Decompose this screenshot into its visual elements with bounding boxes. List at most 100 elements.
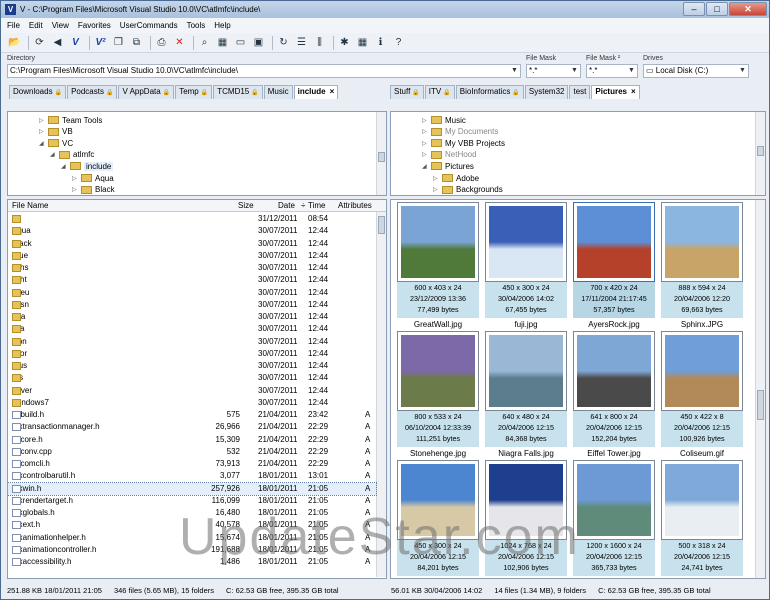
tree-item[interactable]: ▷ Aqua — [72, 172, 114, 184]
menu-file[interactable]: File — [7, 21, 20, 30]
thumbnail-item[interactable]: 1200 x 1600 x 24 20/04/2006 12:15 365,733 … — [573, 460, 655, 578]
tree-item[interactable]: ◢ VC — [39, 137, 73, 149]
tree-item[interactable]: ▷ NetHood — [422, 149, 477, 161]
tab-pictures[interactable]: Pictures × — [591, 85, 640, 99]
tab-tcmd15[interactable]: TCMD15 🔒 — [213, 85, 263, 99]
tree-item[interactable]: ◢ Pictures — [422, 160, 474, 172]
col-size[interactable]: Size — [238, 201, 254, 210]
tree-item[interactable]: ▷ VB — [39, 126, 73, 138]
menu-help[interactable]: Help — [214, 21, 230, 30]
thumbnail-image[interactable] — [485, 202, 567, 282]
menu-view[interactable]: View — [52, 21, 69, 30]
close-tab-icon[interactable]: × — [330, 87, 335, 96]
table-row[interactable]: res 30/07/2011 12:44 — [8, 372, 376, 384]
tab-test[interactable]: test — [569, 85, 591, 99]
tab-include[interactable]: include × — [293, 85, 339, 99]
tools-icon[interactable]: ✱ — [337, 35, 352, 50]
tree-scrollbar[interactable] — [755, 112, 765, 195]
menu-usercommands[interactable]: UserCommands — [120, 21, 178, 30]
table-row[interactable]: Windows7 30/07/2011 12:44 — [8, 397, 376, 409]
table-row[interactable]: Aqua 30/07/2011 12:44 — [8, 225, 376, 237]
tree-item[interactable]: ▷ Music — [422, 114, 466, 126]
col-filename[interactable]: File Name — [12, 201, 48, 210]
tree-item[interactable]: ◢ atlmfc — [50, 149, 94, 161]
thumbnail-image[interactable] — [397, 202, 479, 282]
copy-icon[interactable]: ❐ — [111, 35, 126, 50]
col-time[interactable]: Time — [308, 201, 325, 210]
tab-system32[interactable]: System32 — [524, 85, 569, 99]
expand-icon[interactable]: ▷ — [39, 128, 45, 135]
table-row[interactable]: l.esn 30/07/2011 12:44 — [8, 299, 376, 311]
move-icon[interactable]: ⧉ — [129, 35, 144, 50]
thumbnail-item[interactable]: 888 x 594 x 24 20/04/2006 12:20 69,663 byt… — [661, 202, 743, 330]
tab-downloads[interactable]: Downloads 🔒 — [9, 85, 67, 99]
table-row[interactable]: l.chs 30/07/2011 12:44 — [8, 262, 376, 274]
print-icon[interactable]: ⎙ — [154, 35, 169, 50]
table-row[interactable]: afxtransactionmanager.h 26,966 21/04/2011 2… — [8, 421, 376, 433]
close-tab-icon[interactable]: × — [631, 87, 636, 96]
thumbnail-item[interactable]: 700 x 420 x 24 17/11/2004 21:17:45 57,357 … — [573, 202, 655, 330]
right-folder-tree[interactable]: ▷ Music ▷ My Documents ▷ My VBB Projects ▷ NetH… — [390, 111, 766, 196]
maximize-button[interactable]: □ — [706, 2, 728, 16]
thumbnail-item[interactable]: 450 x 422 x 8 20/04/2006 12:15 100,926 byt… — [661, 331, 743, 459]
expand-icon[interactable]: ▷ — [72, 175, 78, 182]
thumbnail-image[interactable] — [573, 460, 655, 540]
table-row[interactable]: atlcore.h 15,309 21/04/2011 22:29 A — [8, 434, 376, 446]
thumbnail-image[interactable] — [661, 202, 743, 282]
expand-icon[interactable]: ▷ — [39, 117, 45, 124]
expand-icon[interactable]: ◢ — [39, 140, 45, 147]
delete-icon[interactable]: ✕ — [172, 35, 187, 50]
tab-bioinformatics[interactable]: BioInformatics 🔒 — [455, 85, 524, 99]
tab-itv[interactable]: ITV 🔒 — [424, 85, 455, 99]
table-row[interactable]: atlbuild.h 575 21/04/2011 23:42 A — [8, 409, 376, 421]
table-row[interactable]: l.kor 30/07/2011 12:44 — [8, 348, 376, 360]
menu-tools[interactable]: Tools — [187, 21, 206, 30]
expand-icon[interactable]: ▷ — [422, 151, 428, 158]
columns-view-icon[interactable]: ⫼ — [312, 35, 327, 50]
table-row[interactable]: Black 30/07/2011 12:44 — [8, 238, 376, 250]
chevron-down-icon[interactable]: ▼ — [737, 65, 748, 77]
folder-open-icon[interactable]: 📂 — [7, 35, 22, 50]
thumbnail-item[interactable]: 800 x 533 x 24 06/10/2004 12:33:39 111,251… — [397, 331, 479, 459]
table-row[interactable]: l.jpn 30/07/2011 12:44 — [8, 336, 376, 348]
table-row[interactable]: l.deu 30/07/2011 12:44 — [8, 287, 376, 299]
left-folder-tree[interactable]: ▷ Team Tools ▷ VB ◢ VC ◢ atlmfc ◢ include ▷ Aqua ▷ Bl… — [7, 111, 387, 196]
table-row[interactable]: atlcomcli.h 73,913 21/04/2011 22:29 A — [8, 458, 376, 470]
table-row[interactable]: l.cht 30/07/2011 12:44 — [8, 274, 376, 286]
properties-icon[interactable]: ▦ — [215, 35, 230, 50]
tree-item[interactable]: ▷ Black — [72, 184, 115, 195]
expand-icon[interactable]: ◢ — [50, 151, 56, 158]
col-date[interactable]: Date — [278, 201, 295, 210]
table-row[interactable]: afxrendertarget.h 116,099 18/01/2011 21:05 A — [8, 495, 376, 507]
expand-icon[interactable]: ▷ — [433, 175, 439, 182]
thumbnail-image[interactable] — [573, 202, 655, 282]
tab-podcasts[interactable]: Podcasts 🔒 — [67, 85, 118, 99]
expand-icon[interactable]: ▷ — [433, 186, 439, 193]
chevron-down-icon[interactable]: ▼ — [626, 65, 637, 77]
table-row[interactable]: .. 31/12/2011 08:54 — [8, 213, 376, 225]
table-row[interactable]: Blue 30/07/2011 12:44 — [8, 250, 376, 262]
info-icon[interactable]: ℹ — [373, 35, 388, 50]
thumbnail-item[interactable]: 450 x 300 x 24 30/04/2006 14:02 67,455 byt… — [485, 202, 567, 330]
table-row[interactable]: atlconv.cpp 532 21/04/2011 22:29 A — [8, 446, 376, 458]
back-icon[interactable]: ◀ — [50, 35, 65, 50]
thumbnail-item[interactable]: 640 x 480 x 24 20/04/2006 12:15 84,368 byt… — [485, 331, 567, 459]
tab-temp[interactable]: Temp 🔒 — [175, 85, 213, 99]
drives-combo[interactable]: ▭ Local Disk (C:) ▼ — [643, 64, 749, 78]
check-v2-icon[interactable]: V² — [93, 35, 108, 50]
expand-icon[interactable]: ▷ — [72, 186, 78, 193]
refresh-icon[interactable]: ↻ — [276, 35, 291, 50]
thumbnail-image[interactable] — [485, 331, 567, 411]
expand-icon[interactable]: ▷ — [422, 140, 428, 147]
chevron-down-icon[interactable]: ▼ — [509, 65, 520, 77]
expand-icon[interactable]: ◢ — [61, 163, 67, 170]
check-v-icon[interactable]: V — [68, 35, 83, 50]
expand-icon[interactable]: ▷ — [422, 117, 428, 124]
thumbnail-image[interactable] — [661, 331, 743, 411]
table-row[interactable]: l.fra 30/07/2011 12:44 — [8, 311, 376, 323]
table-row[interactable]: afxwin.h 257,926 18/01/2011 21:05 A — [8, 481, 377, 496]
grid-icon[interactable]: ▦ — [355, 35, 370, 50]
thumbnail-image[interactable] — [661, 460, 743, 540]
col-attributes[interactable]: Attributes — [338, 201, 372, 210]
table-row[interactable]: l.ita 30/07/2011 12:44 — [8, 323, 376, 335]
